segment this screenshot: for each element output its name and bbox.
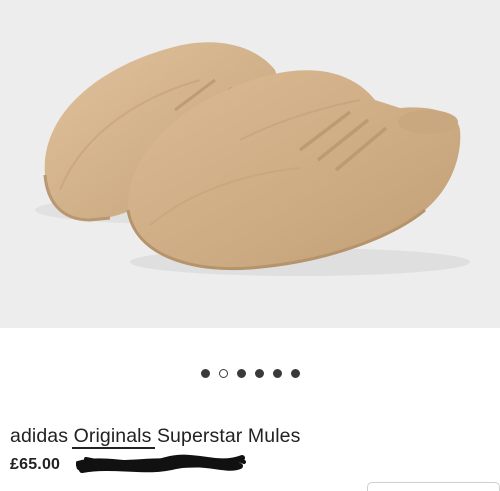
product-image-gallery[interactable] xyxy=(0,0,500,328)
pagination-dot-5[interactable] xyxy=(272,369,282,378)
product-line: Originals xyxy=(73,425,152,447)
price-row: £65.00 xyxy=(10,454,246,476)
gallery-pagination xyxy=(0,369,500,381)
pagination-dot-3[interactable] xyxy=(236,369,246,378)
product-name: Superstar Mules xyxy=(151,425,301,447)
pagination-dot-2[interactable] xyxy=(218,369,228,378)
pagination-dot-4[interactable] xyxy=(254,369,264,378)
pagination-dot-6[interactable] xyxy=(290,369,300,378)
pagination-dot-1[interactable] xyxy=(200,369,210,378)
redaction-scribble xyxy=(76,454,246,473)
product-price: £65.00 xyxy=(10,456,61,473)
product-brand: adidas xyxy=(10,425,74,447)
product-image xyxy=(35,42,470,276)
action-button-partial[interactable] xyxy=(367,482,500,491)
product-title: adidas Originals Superstar Mules xyxy=(10,425,300,448)
